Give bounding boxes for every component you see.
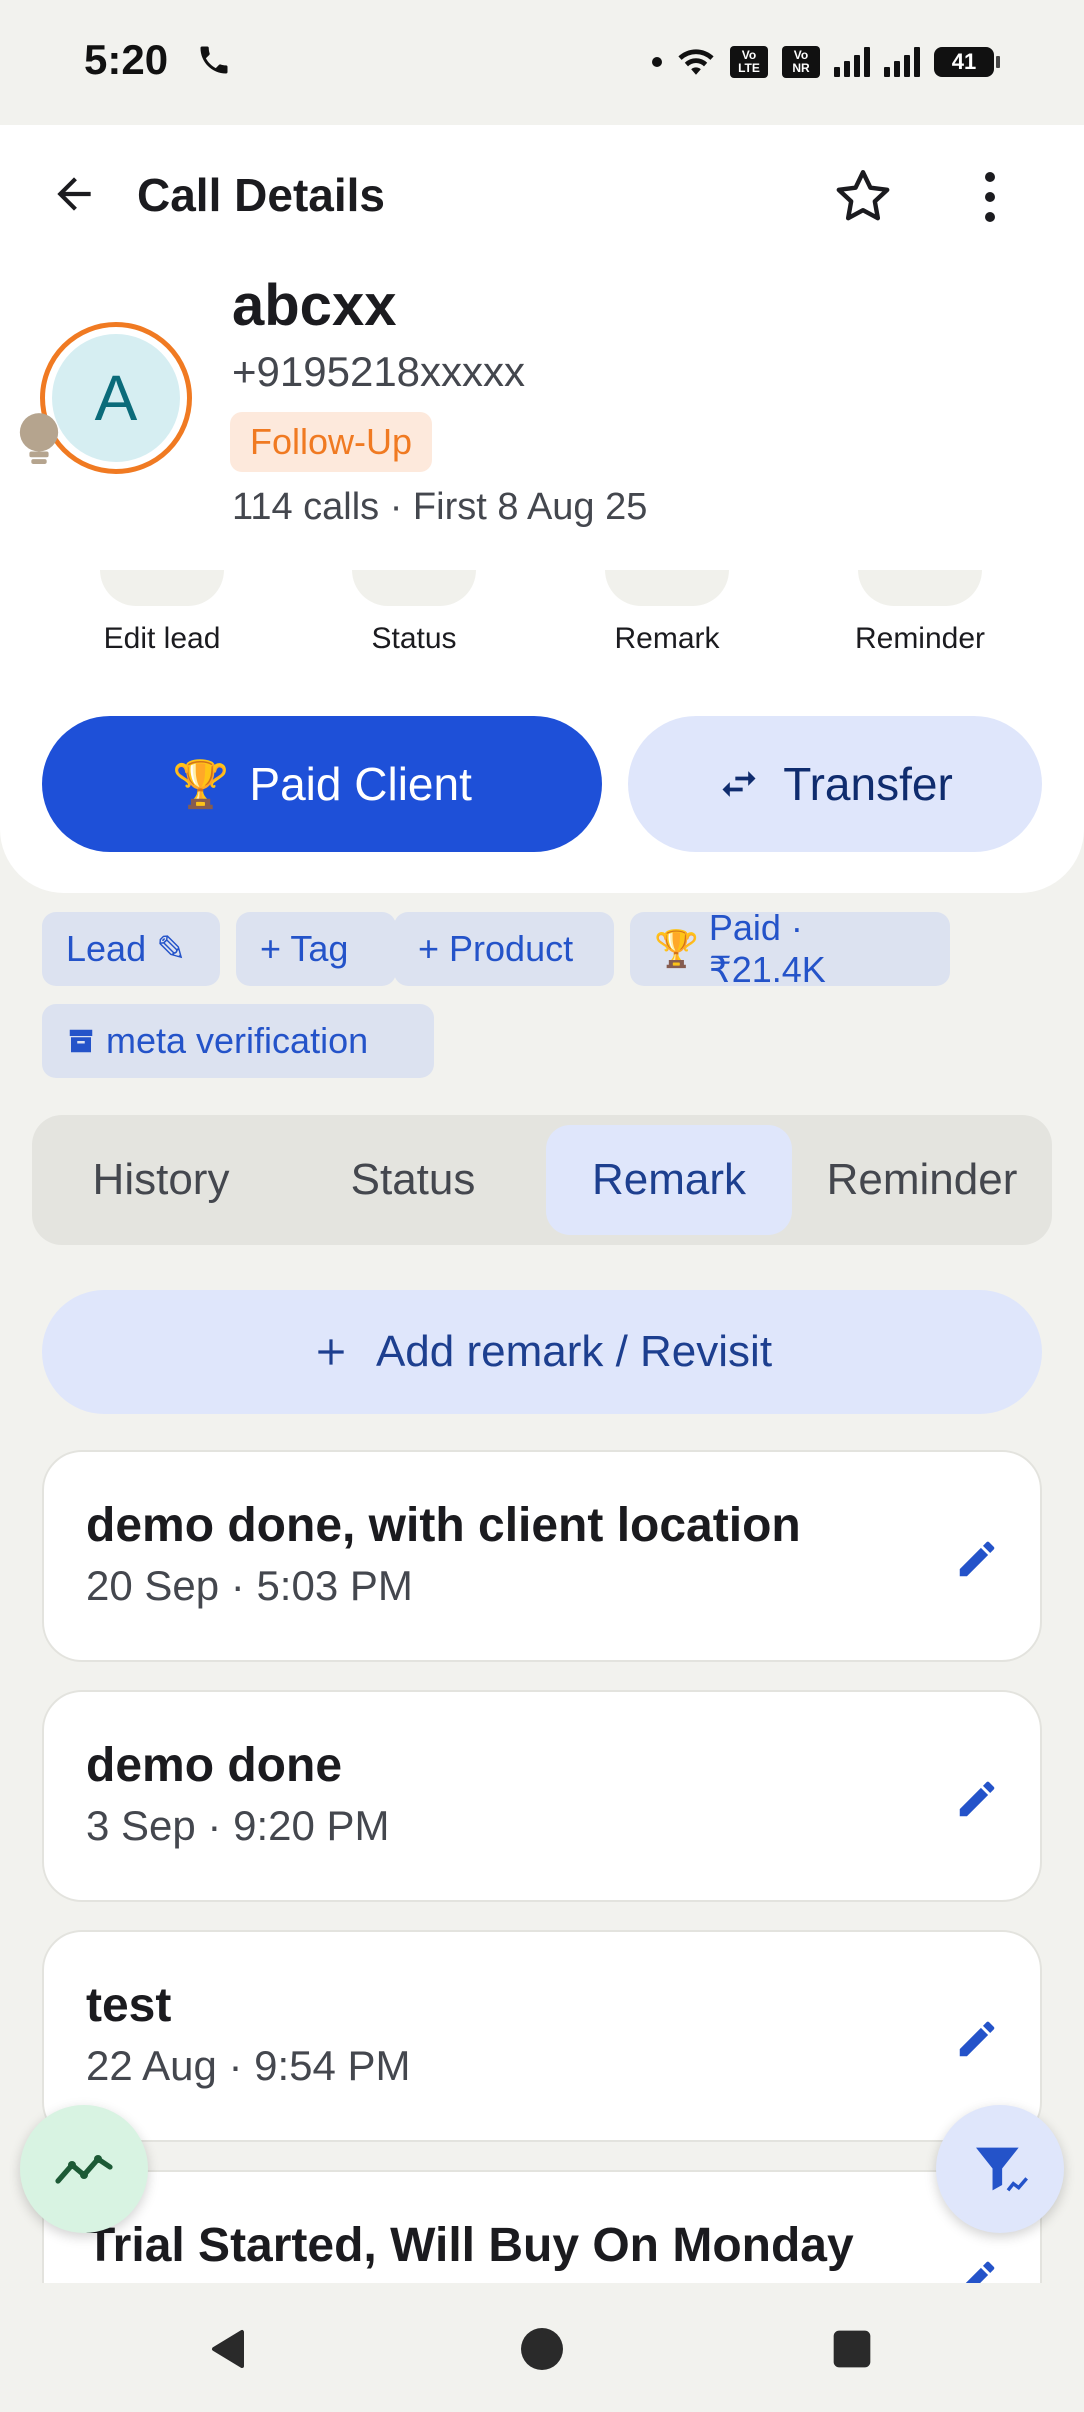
remark-card[interactable]: demo done 3 Sep · 9:20 PM bbox=[42, 1690, 1042, 1902]
star-outline-icon bbox=[836, 170, 890, 221]
filter-funnel-icon bbox=[976, 2147, 1028, 2192]
transfer-button[interactable]: Transfer bbox=[628, 716, 1042, 852]
edit-pencil-icon[interactable] bbox=[954, 1536, 1000, 1582]
quick-action-circle bbox=[605, 570, 729, 606]
tab-status[interactable]: Status bbox=[294, 1125, 532, 1235]
back-button[interactable] bbox=[44, 164, 104, 224]
lightbulb-icon bbox=[19, 413, 59, 464]
remark-title: Trial Started, Will Buy On Monday bbox=[86, 2219, 854, 2272]
edit-pencil-icon[interactable] bbox=[954, 1776, 1000, 1822]
transfer-label: Transfer bbox=[783, 758, 953, 810]
trophy-icon: 🏆 bbox=[172, 757, 230, 810]
quick-action-circle bbox=[858, 570, 982, 606]
add-product-label: + Product bbox=[418, 928, 574, 969]
contact-phone[interactable]: +9195218xxxxx bbox=[232, 348, 525, 396]
quick-action-label: Remark bbox=[614, 622, 720, 655]
nav-home-circle-icon bbox=[521, 2328, 563, 2370]
wifi-icon bbox=[678, 49, 714, 75]
lead-chip[interactable]: Lead ✎ bbox=[42, 912, 220, 986]
remark-time: 22 Aug · 9:54 PM bbox=[86, 2042, 411, 2089]
status-badge: Follow-Up bbox=[230, 412, 433, 472]
signal-1-icon bbox=[834, 47, 870, 77]
paid-client-button[interactable]: 🏆 Paid Client bbox=[42, 716, 602, 852]
tab-bar: History Status Remark Reminder bbox=[32, 1115, 1052, 1245]
plus-icon bbox=[318, 1339, 344, 1365]
contact-name: abcxx bbox=[232, 273, 397, 338]
paid-amount-chip[interactable]: 🏆 Paid · ₹21.4K bbox=[630, 907, 950, 990]
quick-action-circle bbox=[100, 570, 224, 606]
volte-nr-icon: Vo NR bbox=[782, 46, 820, 78]
remark-title: demo done, with client location bbox=[86, 1499, 801, 1552]
tab-remark[interactable]: Remark bbox=[546, 1125, 792, 1235]
tab-label: Remark bbox=[591, 1155, 747, 1204]
paid-client-label: Paid Client bbox=[249, 758, 472, 810]
add-tag-chip[interactable]: + Tag bbox=[236, 912, 396, 986]
status-bar: 5:20 Vo LTE Vo NR 41 bbox=[0, 0, 1084, 125]
signal-2-icon bbox=[884, 47, 920, 77]
remark-title: test bbox=[86, 1979, 172, 2032]
nav-recents-square-icon bbox=[833, 2330, 871, 2368]
paid-amount-label: Paid · ₹21.4K bbox=[708, 907, 826, 990]
calls-summary: 114 calls · First 8 Aug 25 bbox=[232, 486, 648, 528]
add-remark-label: Add remark / Revisit bbox=[375, 1327, 773, 1376]
more-vert-icon bbox=[985, 172, 995, 182]
add-tag-label: + Tag bbox=[260, 928, 349, 969]
nav-back-button[interactable] bbox=[200, 2319, 260, 2379]
remark-time: 20 Sep · 5:03 PM bbox=[86, 1562, 413, 1609]
add-product-chip[interactable]: + Product bbox=[394, 912, 614, 986]
remark-time: 3 Sep · 9:20 PM bbox=[86, 1802, 390, 1849]
page-title: Call Details bbox=[137, 169, 385, 221]
quick-action-circle bbox=[352, 570, 476, 606]
arrow-back-icon bbox=[57, 177, 91, 211]
quick-action-label: Edit lead bbox=[103, 622, 221, 655]
filter-fab[interactable] bbox=[936, 2105, 1064, 2233]
status-time: 5:20 bbox=[84, 36, 169, 83]
meta-verification-chip[interactable]: meta verification bbox=[42, 1004, 434, 1078]
edit-pencil-icon[interactable] bbox=[954, 2016, 1000, 2062]
tab-label: History bbox=[92, 1155, 230, 1204]
battery-icon: 41 bbox=[934, 47, 1000, 77]
avatar[interactable]: A bbox=[40, 322, 192, 474]
analytics-fab[interactable] bbox=[20, 2105, 148, 2233]
tab-reminder[interactable]: Reminder bbox=[802, 1125, 1042, 1235]
notification-dot-icon bbox=[652, 57, 662, 67]
nav-recents-button[interactable] bbox=[822, 2319, 882, 2379]
quick-action-reminder[interactable]: Reminder bbox=[820, 570, 1020, 656]
add-remark-button[interactable]: Add remark / Revisit bbox=[42, 1290, 1042, 1414]
archive-icon bbox=[69, 1029, 93, 1053]
quick-action-edit-lead[interactable]: Edit lead bbox=[62, 570, 262, 656]
remark-card[interactable]: test 22 Aug · 9:54 PM bbox=[42, 1930, 1042, 2142]
remark-title: demo done bbox=[86, 1739, 343, 1792]
quick-action-label: Status bbox=[371, 622, 457, 655]
avatar-initial: A bbox=[52, 334, 180, 462]
remark-card[interactable]: demo done, with client location 20 Sep ·… bbox=[42, 1450, 1042, 1662]
tab-label: Status bbox=[350, 1155, 476, 1204]
quick-action-label: Reminder bbox=[854, 622, 986, 655]
tab-history[interactable]: History bbox=[42, 1125, 280, 1235]
quick-action-status[interactable]: Status bbox=[314, 570, 514, 656]
nav-home-button[interactable] bbox=[512, 2319, 572, 2379]
phone-call-icon bbox=[200, 46, 228, 74]
favorite-button[interactable] bbox=[830, 164, 896, 230]
quick-action-remark[interactable]: Remark bbox=[567, 570, 767, 656]
tab-label: Reminder bbox=[826, 1155, 1018, 1204]
nav-back-triangle-icon bbox=[212, 2330, 244, 2368]
trophy-icon: 🏆 bbox=[654, 928, 699, 969]
meta-verification-label: meta verification bbox=[106, 1020, 369, 1061]
trend-line-icon bbox=[55, 2155, 113, 2184]
more-options-button[interactable] bbox=[960, 164, 1020, 230]
system-nav-bar bbox=[0, 2283, 1084, 2412]
volte-lte-icon: Vo LTE bbox=[730, 46, 768, 78]
lead-chip-label: Lead ✎ bbox=[66, 928, 187, 969]
swap-horiz-icon bbox=[722, 771, 756, 797]
